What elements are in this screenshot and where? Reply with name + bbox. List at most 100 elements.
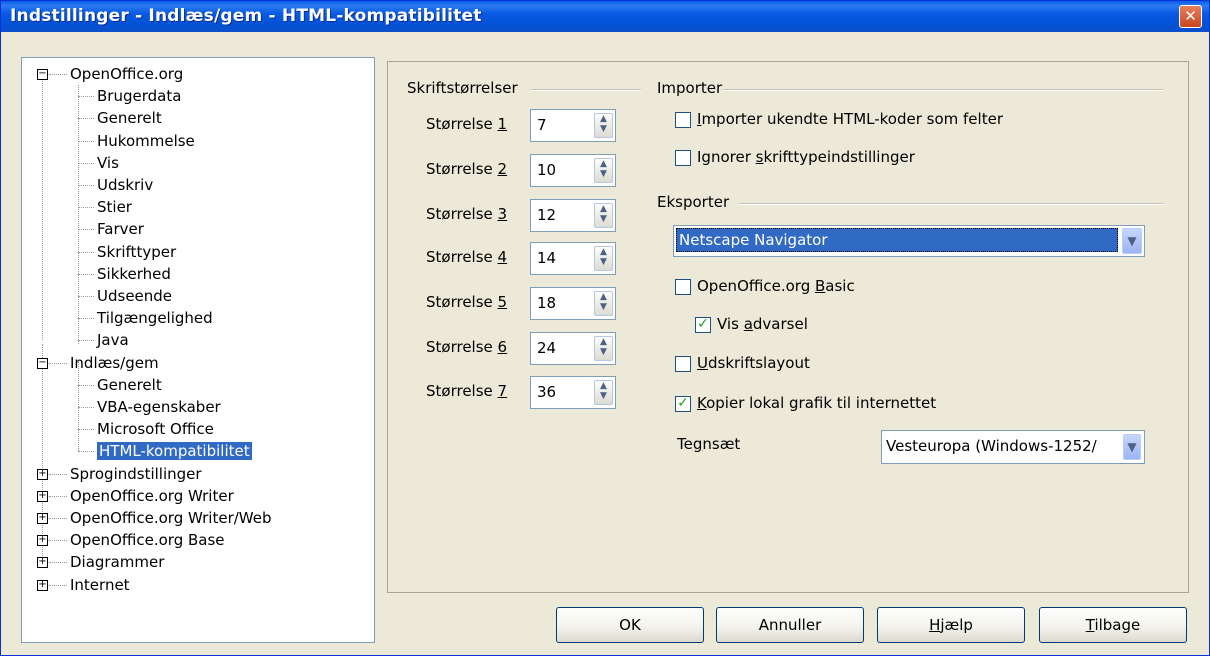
- collapse-icon[interactable]: −: [37, 69, 48, 80]
- reset-button[interactable]: Tilbage: [1039, 607, 1187, 643]
- spin-arrows-icon[interactable]: ▲ ▼: [594, 380, 613, 405]
- copy-graphics-checkbox[interactable]: ✓: [675, 396, 691, 412]
- tree-item[interactable]: Generelt: [97, 374, 162, 396]
- tree-item[interactable]: Stier: [97, 196, 132, 218]
- charset-value: Vesteuropa (Windows-1252/: [886, 437, 1097, 455]
- help-button[interactable]: Hjælp: [877, 607, 1025, 643]
- tree-item-label: Java: [97, 331, 129, 350]
- import-unknown-tags-label: Importer ukendte HTML-koder som felter: [697, 110, 1003, 128]
- tree-item[interactable]: OpenOffice.org Writer: [70, 485, 234, 507]
- collapse-icon[interactable]: −: [37, 357, 48, 369]
- tree-item[interactable]: Generelt: [97, 107, 162, 129]
- font-size-value[interactable]: 18: [537, 294, 556, 312]
- font-size-label: Størrelse 5: [426, 293, 508, 311]
- font-size-spinner[interactable]: 7 ▲ ▼: [530, 109, 616, 142]
- tree-item-label: Diagrammer: [70, 553, 165, 572]
- tree-item[interactable]: OpenOffice.org Writer/Web: [70, 507, 272, 529]
- tree-item-label: Generelt: [97, 375, 162, 394]
- font-size-spinner[interactable]: 18 ▲ ▼: [530, 287, 616, 320]
- spin-arrows-icon[interactable]: ▲ ▼: [594, 291, 613, 316]
- copy-graphics-label: Kopier lokal grafik til internettet: [697, 394, 937, 412]
- ignore-font-settings-checkbox[interactable]: [675, 150, 691, 166]
- import-separator: [723, 89, 1163, 91]
- spin-arrows-icon[interactable]: ▲ ▼: [594, 246, 613, 271]
- cancel-button[interactable]: Annuller: [716, 607, 864, 643]
- tree-item[interactable]: OpenOffice.org Base: [70, 529, 225, 551]
- tree-item[interactable]: Udskriv: [97, 174, 153, 196]
- ok-button[interactable]: OK: [556, 607, 704, 643]
- font-size-value[interactable]: 36: [537, 383, 556, 401]
- chevron-down-icon[interactable]: ▼: [1123, 434, 1141, 460]
- font-size-label: Størrelse 7: [426, 382, 508, 400]
- spin-arrows-icon[interactable]: ▲ ▼: [594, 113, 613, 138]
- expand-icon[interactable]: +: [37, 490, 48, 502]
- tree-item[interactable]: Tilgængelighed: [97, 307, 213, 329]
- tree-item-label: Sprogindstillinger: [70, 464, 202, 483]
- font-size-label: Størrelse 2: [426, 160, 508, 178]
- export-separator: [739, 203, 1163, 205]
- font-size-value[interactable]: 10: [537, 161, 556, 179]
- spin-arrows-icon[interactable]: ▲ ▼: [594, 203, 613, 228]
- basic-checkbox[interactable]: [675, 279, 691, 295]
- font-size-spinner[interactable]: 14 ▲ ▼: [530, 242, 616, 275]
- expand-icon[interactable]: +: [37, 557, 48, 569]
- font-sizes-heading: Skriftstørrelser: [407, 79, 518, 97]
- font-size-spinner[interactable]: 24 ▲ ▼: [530, 332, 616, 365]
- font-size-value[interactable]: 24: [537, 339, 556, 357]
- font-sizes-separator: [531, 89, 641, 91]
- tree-item-label: VBA-egenskaber: [97, 398, 221, 416]
- tree-item-label: Brugerdata: [97, 87, 182, 106]
- tree-item-label: Internet: [70, 575, 130, 594]
- charset-select[interactable]: Vesteuropa (Windows-1252/ ▼: [881, 430, 1145, 464]
- font-size-value[interactable]: 14: [537, 249, 556, 267]
- tree-item[interactable]: Java: [97, 329, 129, 351]
- tree-item[interactable]: Internet: [70, 574, 130, 596]
- import-unknown-tags-checkbox[interactable]: [675, 112, 691, 128]
- font-size-spinner[interactable]: 12 ▲ ▼: [530, 199, 616, 232]
- spin-arrows-icon[interactable]: ▲ ▼: [594, 336, 613, 361]
- tree-item[interactable]: Diagrammer: [70, 551, 164, 573]
- tree-item-label: Indlæs/gem: [70, 353, 159, 372]
- font-size-label: Størrelse 3: [426, 205, 508, 223]
- tree-item-label: Generelt: [97, 109, 162, 128]
- font-size-value[interactable]: 7: [537, 116, 547, 134]
- font-size-label: Størrelse 4: [426, 248, 508, 266]
- expand-icon[interactable]: +: [37, 579, 48, 591]
- font-size-label: Størrelse 6: [426, 338, 508, 356]
- font-size-spinner[interactable]: 10 ▲ ▼: [530, 154, 616, 187]
- font-size-spinner[interactable]: 36 ▲ ▼: [530, 376, 616, 409]
- tree-item-label: Tilgængelighed: [97, 309, 213, 328]
- show-warning-checkbox[interactable]: ✓: [695, 317, 711, 333]
- expand-icon[interactable]: +: [37, 468, 48, 480]
- expand-icon[interactable]: +: [37, 535, 48, 547]
- tree-item[interactable]: Udseende: [97, 285, 172, 307]
- basic-label: OpenOffice.org Basic: [697, 277, 855, 295]
- tree-item[interactable]: Brugerdata: [97, 85, 181, 107]
- export-browser-select[interactable]: Netscape Navigator ▼: [673, 225, 1145, 257]
- tree-item[interactable]: Farver: [97, 218, 144, 240]
- tree-item[interactable]: Sikkerhed: [97, 263, 171, 285]
- tree-item[interactable]: Hukommelse: [97, 130, 195, 152]
- options-dialog: Indstillinger - Indlæs/gem - HTML-kompat…: [0, 0, 1210, 656]
- print-layout-checkbox[interactable]: [675, 356, 691, 372]
- tree-item[interactable]: Indlæs/gem: [70, 352, 159, 374]
- tree-item[interactable]: Sprogindstillinger: [70, 463, 202, 485]
- tree-item[interactable]: Microsoft Office: [97, 418, 214, 440]
- tree-item[interactable]: Skrifttyper: [97, 241, 176, 263]
- font-size-value[interactable]: 12: [537, 206, 556, 224]
- spin-arrows-icon[interactable]: ▲ ▼: [594, 158, 613, 183]
- charset-label: Tegnsæt: [677, 435, 741, 453]
- chevron-down-icon[interactable]: ▼: [1122, 228, 1142, 254]
- tree-item[interactable]: HTML-kompatibilitet: [97, 440, 252, 462]
- title-bar[interactable]: Indstillinger - Indlæs/gem - HTML-kompat…: [1, 1, 1209, 32]
- options-tree: OpenOffice.org − Brugerdata Generelt Hukomme…: [21, 57, 375, 643]
- tree-item-label: Skrifttyper: [97, 242, 177, 261]
- expand-icon[interactable]: +: [37, 513, 48, 524]
- close-icon[interactable]: ✕: [1179, 5, 1202, 28]
- tree-item[interactable]: VBA-egenskaber: [97, 396, 221, 418]
- tree-item-label: OpenOffice.org Base: [70, 531, 225, 550]
- show-warning-label: Vis advarsel: [717, 315, 808, 333]
- print-layout-label: Udskriftslayout: [697, 354, 810, 372]
- tree-item[interactable]: Vis: [97, 152, 119, 174]
- tree-item[interactable]: OpenOffice.org: [70, 63, 183, 85]
